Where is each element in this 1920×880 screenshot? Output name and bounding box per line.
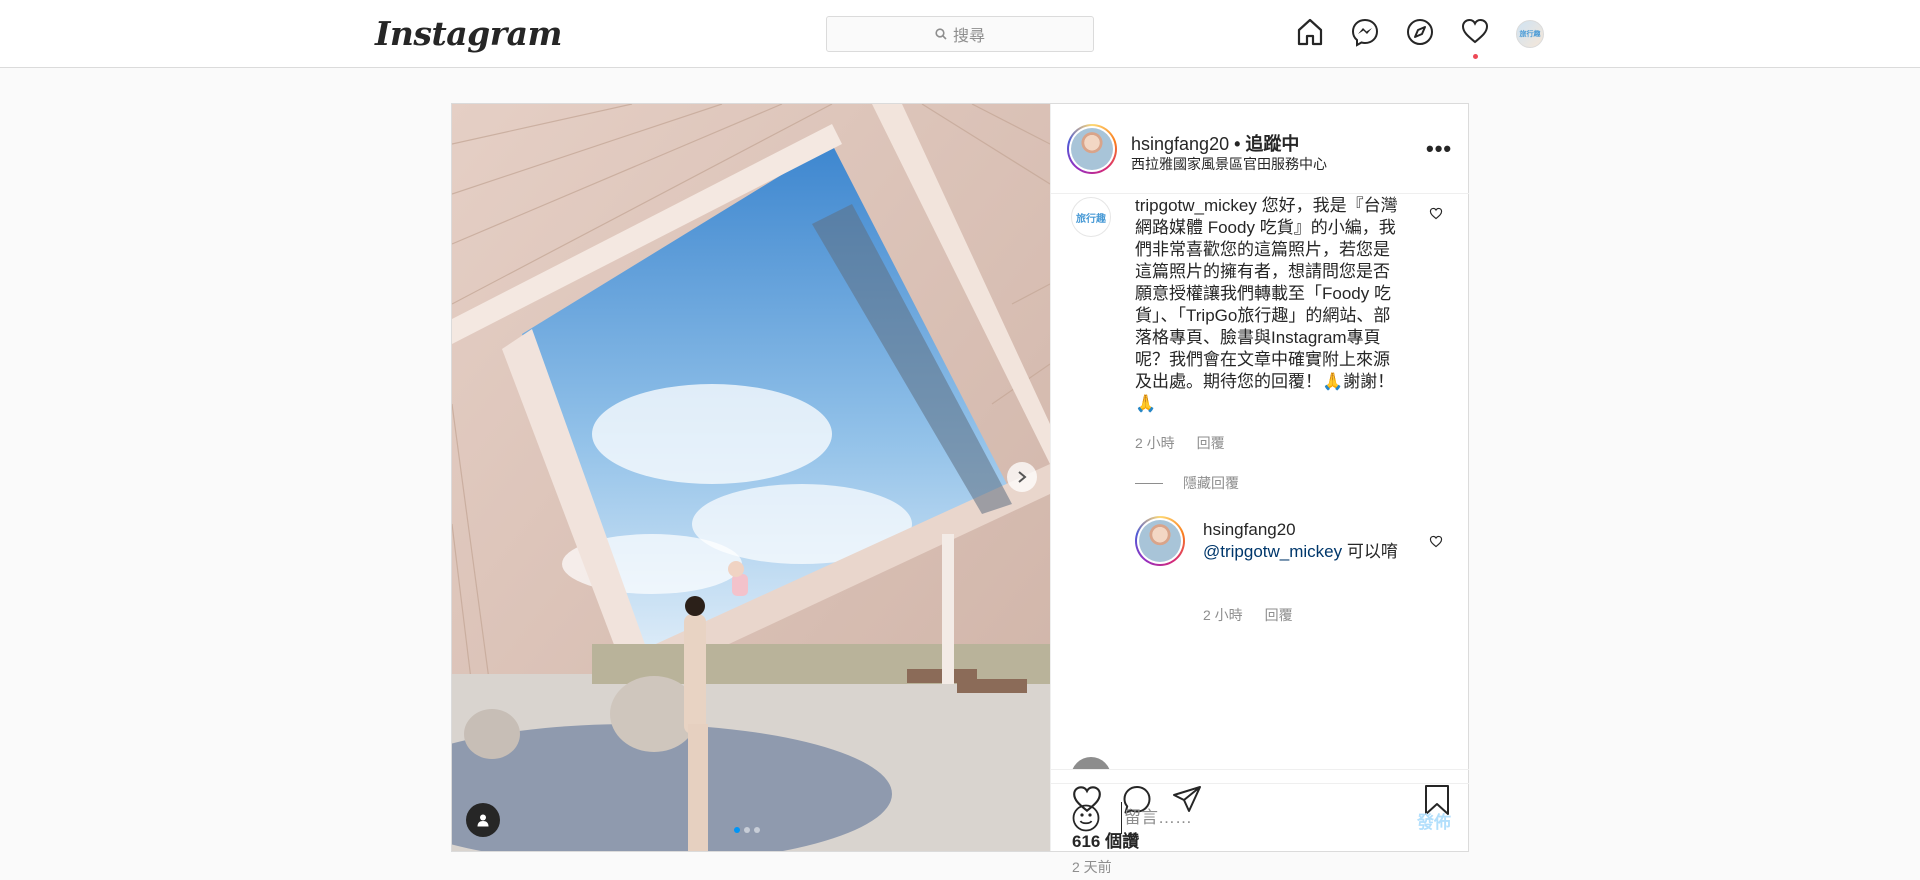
photo-illustration [452, 104, 1050, 851]
chevron-right-icon [1018, 471, 1027, 483]
post-location[interactable]: 西拉雅國家風景區官田服務中心 [1131, 154, 1327, 174]
comment-meta: 2 小時 回覆 [1135, 433, 1243, 453]
carousel-dot [744, 827, 750, 833]
next-photo-button[interactable] [1007, 462, 1037, 492]
reply-mention[interactable]: @tripgotw_mickey [1203, 542, 1342, 561]
comment-time: 2 小時 [1135, 435, 1175, 451]
reply-author-avatar[interactable] [1135, 516, 1185, 566]
home-icon [1297, 18, 1323, 46]
emoji-icon[interactable] [1071, 803, 1101, 833]
carousel-dot-active [734, 827, 740, 833]
heart-icon [1461, 18, 1489, 44]
top-navbar: Instagram 搜尋 旅行趣 [0, 0, 1920, 68]
search-placeholder: 搜尋 [952, 28, 985, 45]
post-header: hsingfang20 • 追蹤中 西拉雅國家風景區官田服務中心 ••• [1051, 104, 1469, 194]
follow-status[interactable]: • 追蹤中 [1234, 134, 1299, 154]
more-options-button[interactable]: ••• [1426, 136, 1452, 162]
reply-text: 可以唷 [1342, 542, 1398, 561]
reply-reply-button[interactable]: 回覆 [1265, 607, 1293, 623]
carousel-indicator [734, 827, 764, 833]
comment-body: tripgotw_mickey 您好，我是『台灣網路媒體 Foody 吃貨』的小… [1135, 195, 1405, 415]
notification-dot [1473, 54, 1478, 59]
messenger-button[interactable] [1349, 17, 1381, 51]
post-sidebar: hsingfang20 • 追蹤中 西拉雅國家風景區官田服務中心 ••• 旅行趣… [1050, 104, 1469, 875]
reply-button[interactable]: 回覆 [1197, 435, 1225, 451]
comment-input[interactable] [1121, 802, 1401, 834]
post-card: hsingfang20 • 追蹤中 西拉雅國家風景區官田服務中心 ••• 旅行趣… [451, 103, 1469, 875]
post-comment-button[interactable]: 發佈 [1417, 808, 1451, 833]
profile-button[interactable]: 旅行趣 [1514, 17, 1546, 51]
profile-avatar: 旅行趣 [1516, 20, 1544, 48]
comment-composer: 發佈 [1051, 783, 1469, 851]
next-commenter-avatar[interactable] [1071, 757, 1111, 769]
reply-meta: 2 小時 回覆 [1203, 605, 1311, 625]
reply-time: 2 小時 [1203, 607, 1243, 623]
reply-username[interactable]: hsingfang20 [1203, 519, 1403, 541]
explore-button[interactable] [1404, 17, 1436, 51]
author-avatar[interactable] [1067, 124, 1117, 174]
comment-username[interactable]: tripgotw_mickey [1135, 196, 1257, 215]
author-username[interactable]: hsingfang20 [1131, 134, 1229, 154]
hide-replies-button[interactable]: 隱藏回覆 [1135, 473, 1239, 493]
home-button[interactable] [1294, 17, 1326, 51]
explore-icon [1407, 19, 1433, 45]
hide-replies-label: 隱藏回覆 [1183, 475, 1239, 491]
post-timestamp[interactable]: 2 天前 [1072, 857, 1112, 877]
messenger-icon [1351, 18, 1379, 47]
reply-like-icon[interactable] [1429, 535, 1443, 548]
tagged-users-button[interactable] [466, 803, 500, 837]
search-box[interactable]: 搜尋 [826, 16, 1094, 52]
search-icon [935, 28, 947, 40]
comment-text: 您好，我是『台灣網路媒體 Foody 吃貨』的小編，我們非常喜歡您的這篇照片，若… [1135, 196, 1398, 413]
user-icon [477, 814, 489, 827]
reply-body: hsingfang20 @tripgotw_mickey 可以唷 [1203, 519, 1403, 563]
instagram-logo[interactable]: Instagram [375, 14, 562, 53]
comment-like-icon[interactable] [1429, 207, 1443, 220]
author-line: hsingfang20 • 追蹤中 [1131, 130, 1299, 156]
carousel-dot [754, 827, 760, 833]
post-photo[interactable] [452, 104, 1050, 851]
activity-button[interactable] [1459, 17, 1491, 59]
comments-list[interactable]: 旅行趣 tripgotw_mickey 您好，我是『台灣網路媒體 Foody 吃… [1051, 195, 1469, 769]
commenter-avatar[interactable]: 旅行趣 [1071, 197, 1111, 237]
